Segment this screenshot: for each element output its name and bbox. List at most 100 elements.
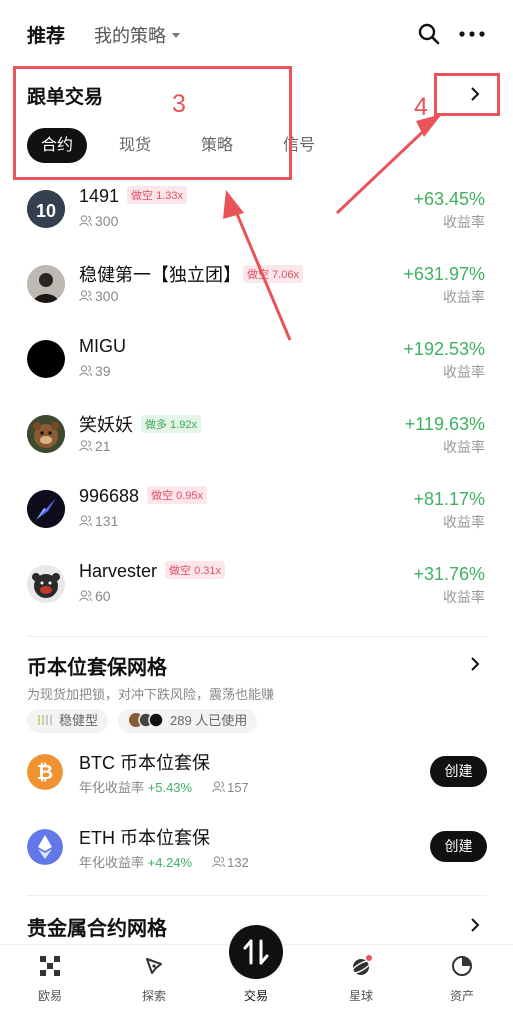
follower-count-value: 60 [95, 588, 111, 604]
trader-row[interactable]: 稳健第一【独立团】 做空 7.06x 300 +631.97% 收益率 [0, 255, 513, 327]
users-icon [79, 365, 92, 377]
position-tag: 做空 0.31x [165, 561, 225, 580]
trader-name-text: Harvester [79, 561, 158, 581]
trader-name: 稳健第一【独立团】 做空 7.06x [79, 261, 303, 287]
strategy-users: 157 [227, 780, 249, 795]
follower-count: 131 [79, 513, 118, 529]
grid-section-title: 币本位套保网格 [27, 657, 167, 679]
nav-assets-label: 资产 [449, 989, 474, 1003]
risk-level-label: 稳健型 [59, 713, 99, 728]
tab-my-strategies-label: 我的策略 [94, 26, 166, 46]
tab-recommend[interactable]: 推荐 [27, 21, 65, 48]
annotation-label-4: 4 [414, 93, 428, 121]
nav-planet-label: 星球 [348, 989, 373, 1003]
users-icon [79, 590, 92, 602]
return-label: 收益率 [443, 364, 485, 380]
strategy-stats: 年化收益率 +4.24% 132 [79, 852, 249, 871]
nav-okx[interactable]: 欧易 [15, 955, 85, 1004]
chevron-down-icon [172, 32, 180, 38]
annotation-box-3 [13, 66, 292, 180]
trader-row[interactable]: 996688 做空 0.95x 131 +81.17% 收益率 [0, 480, 513, 552]
pie-chart-icon [452, 956, 472, 976]
position-tag: 做空 7.06x [243, 265, 303, 284]
trader-name-text: 996688 [79, 486, 140, 506]
trade-button[interactable] [229, 925, 283, 979]
users-icon [79, 215, 92, 227]
user-avatars-icon [129, 712, 164, 728]
svg-text:₿: ₿ [37, 762, 53, 784]
okx-logo-icon [40, 956, 60, 976]
users-icon [212, 856, 226, 868]
nav-trade-label: 交易 [243, 989, 268, 1003]
strategy-users: 132 [227, 855, 249, 870]
nav-explore[interactable]: 探索 [119, 955, 189, 1004]
annual-return-label: 年化收益率 [79, 855, 145, 870]
nav-explore-label: 探索 [141, 989, 166, 1003]
trader-name: 1491 做空 1.33x [79, 186, 188, 207]
trader-row[interactable]: 笑妖妖 做多 1.92x 21 +119.63% 收益率 [0, 405, 513, 477]
return-label: 收益率 [443, 589, 485, 605]
trader-row[interactable]: 10 1491 做空 1.33x 300 +63.45% 收益率 [0, 180, 513, 252]
trader-row[interactable]: MIGU 39 +192.53% 收益率 [0, 330, 513, 402]
follower-count: 300 [79, 213, 118, 229]
follower-count: 21 [79, 438, 111, 454]
position-tag: 做空 0.95x [147, 486, 208, 505]
trader-name: MIGU [79, 336, 126, 356]
grid-section-description: 为现货加把锁，对冲下跌风险，震荡也能赚 [27, 687, 275, 702]
annual-return-label: 年化收益率 [79, 780, 145, 795]
return-label: 收益率 [443, 289, 485, 305]
metal-section-title: 贵金属合约网格 [27, 918, 167, 940]
svg-text:10: 10 [36, 201, 56, 221]
section-divider [27, 636, 487, 637]
tab-my-strategies[interactable]: 我的策略 [94, 22, 180, 48]
create-button[interactable]: 创建 [430, 756, 487, 787]
annual-return-value: +4.24% [147, 855, 193, 870]
avatar [27, 490, 65, 528]
eth-coin-icon [27, 829, 63, 865]
avatar [27, 340, 65, 378]
users-icon [212, 781, 226, 793]
users-icon [79, 290, 92, 302]
nav-okx-label: 欧易 [37, 989, 62, 1003]
avatar [27, 415, 65, 453]
return-value: +63.45% [413, 189, 485, 209]
trader-row[interactable]: Harvester 做空 0.31x 60 +31.76% 收益率 [0, 555, 513, 627]
trader-name-text: 1491 [79, 186, 120, 206]
strategy-stats: 年化收益率 +5.43% 157 [79, 777, 249, 796]
nav-assets[interactable]: 资产 [427, 955, 497, 1004]
users-icon [79, 440, 92, 452]
trader-name: Harvester 做空 0.31x [79, 561, 225, 582]
position-tag: 做空 1.33x [127, 186, 188, 205]
return-value: +631.97% [403, 264, 485, 284]
follower-count: 60 [79, 588, 111, 604]
users-count-label: 289 人已使用 [170, 713, 248, 728]
avatar [27, 565, 65, 603]
return-label: 收益率 [443, 214, 485, 230]
users-icon [79, 515, 92, 527]
create-button[interactable]: 创建 [430, 831, 487, 862]
follower-count-value: 21 [95, 438, 111, 454]
return-label: 收益率 [443, 439, 485, 455]
return-value: +192.53% [403, 339, 485, 359]
chevron-right-icon[interactable] [468, 656, 482, 672]
position-tag: 做多 1.92x [141, 415, 201, 434]
return-value: +81.17% [413, 489, 485, 509]
top-nav: 推荐 我的策略 [0, 0, 513, 62]
annotation-box-4 [434, 73, 500, 116]
users-count-chip: 289 人已使用 [118, 709, 258, 733]
trader-name: 996688 做空 0.95x [79, 486, 208, 507]
annotation-label-3: 3 [172, 90, 186, 118]
more-icon[interactable] [459, 31, 485, 37]
trader-name-text: 笑妖妖 [79, 415, 133, 435]
avatar: 10 [27, 190, 65, 228]
follower-count: 39 [79, 363, 111, 379]
chevron-right-icon[interactable] [468, 917, 482, 933]
risk-level-chip: 稳健型 [27, 709, 109, 733]
nav-planet[interactable]: 星球 [326, 955, 396, 1004]
follower-count-value: 300 [95, 213, 119, 229]
follower-count: 300 [79, 288, 118, 304]
follower-count-value: 131 [95, 513, 119, 529]
section-divider [27, 895, 487, 896]
search-icon[interactable] [418, 23, 440, 45]
follower-count-value: 300 [95, 288, 119, 304]
